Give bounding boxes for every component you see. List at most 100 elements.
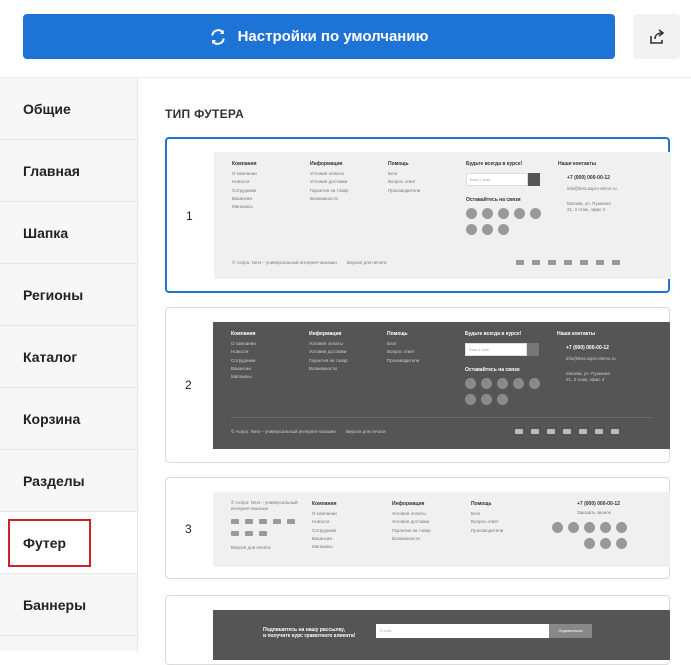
preview-copyright: © Аспро: Next – универсальный интернет-м… bbox=[232, 260, 337, 265]
payment-icon bbox=[287, 519, 295, 524]
payment-icon bbox=[516, 260, 524, 265]
sidebar-item-label: Главная bbox=[23, 162, 80, 179]
preview-col-title: Информация bbox=[392, 501, 425, 507]
preview-email-input: Ваш e-mail bbox=[466, 173, 528, 186]
subscribe-button: Подписаться bbox=[549, 624, 592, 638]
preview-col-title: Наши контакты bbox=[558, 161, 596, 167]
preview-email: info@test.aspro-demo.ru bbox=[567, 186, 617, 191]
preview-subscribe-button bbox=[528, 173, 540, 186]
option-number: 3 bbox=[185, 522, 192, 536]
preview-col-title: Информация bbox=[309, 331, 342, 337]
settings-sidebar: Общие Главная Шапка Регионы Каталог Корз… bbox=[0, 78, 138, 651]
preview-col-title: Оставайтесь на связи bbox=[466, 197, 521, 203]
preview-col-list: О компании Новости Сотрудники Вакансии Магаз… bbox=[231, 341, 256, 380]
preview-print-link: Версия для печати bbox=[347, 260, 387, 265]
preview-phone: +7 (000) 000-00-12 bbox=[577, 501, 620, 507]
social-icon bbox=[465, 394, 476, 405]
preview-col-list: О компании Новости Сотрудники Вакансии Магаз… bbox=[312, 511, 337, 550]
preview-print-link: Версия для печати bbox=[346, 429, 386, 434]
social-icon bbox=[568, 522, 579, 533]
social-icon bbox=[584, 538, 595, 549]
sidebar-item-general[interactable]: Общие bbox=[0, 78, 137, 140]
sidebar-item-label: Корзина bbox=[23, 410, 81, 427]
top-toolbar: Настройки по умолчанию bbox=[0, 0, 691, 78]
payment-icon bbox=[596, 260, 604, 265]
preview-col-title: Помощь bbox=[387, 331, 408, 337]
option-number: 1 bbox=[186, 209, 193, 223]
sidebar-item-label: Разделы bbox=[23, 472, 85, 489]
payment-icon bbox=[259, 519, 267, 524]
payment-icon bbox=[612, 260, 620, 265]
sidebar-item-banners[interactable]: Баннеры bbox=[0, 574, 137, 636]
social-icon bbox=[529, 378, 540, 389]
payment-icon bbox=[595, 429, 603, 434]
share-icon bbox=[649, 28, 664, 44]
payment-icon bbox=[231, 531, 239, 536]
preview-print-link: Версия для печати bbox=[231, 545, 271, 550]
preview-address: Москва, ул. Пушкина 21, 3 этаж, офис 4 bbox=[567, 201, 611, 212]
preview-callback-link: Заказать звонок bbox=[577, 510, 611, 515]
footer-option-4[interactable]: Подпишитесь на нашу рассылку, и получите … bbox=[165, 595, 670, 665]
payment-icon bbox=[231, 519, 239, 524]
social-icon bbox=[481, 378, 492, 389]
payment-icon bbox=[245, 531, 253, 536]
social-icon bbox=[530, 208, 541, 219]
sidebar-item-footer[interactable]: Футер bbox=[0, 512, 137, 574]
preview-col-title: Компания bbox=[232, 161, 257, 167]
footer-option-3[interactable]: 3 © Аспро: Next – универсальный интернет-… bbox=[165, 477, 670, 579]
preview-col-title: Оставайтесь на связи bbox=[465, 367, 520, 373]
social-icon bbox=[514, 208, 525, 219]
sidebar-item-regions[interactable]: Регионы bbox=[0, 264, 137, 326]
preview-col-list: Условия оплаты Условия доставки Гарантия н… bbox=[310, 171, 349, 201]
preview-copyright: © Аспро: Next – универсальный интернет-ма… bbox=[231, 500, 298, 511]
social-icon bbox=[513, 378, 524, 389]
reset-defaults-button[interactable]: Настройки по умолчанию bbox=[23, 14, 615, 59]
footer-option-2[interactable]: 2 Компания О компании Новости Сотрудники Ва… bbox=[165, 307, 670, 463]
payment-icon bbox=[611, 429, 619, 434]
payment-icon bbox=[580, 260, 588, 265]
sidebar-item-label: Баннеры bbox=[23, 596, 87, 613]
footer-preview-dark: Компания О компании Новости Сотрудники Вака… bbox=[213, 322, 670, 449]
share-button[interactable] bbox=[633, 14, 680, 59]
preview-col-list: Условия оплаты Условия доставки Гарантия н… bbox=[309, 341, 348, 371]
preview-col-title: Помощь bbox=[471, 501, 492, 507]
subscribe-email-input: E-mail bbox=[376, 624, 549, 638]
preview-col-list: О компании Новости Сотрудники Вакансии Магаз… bbox=[232, 171, 257, 210]
social-icon bbox=[482, 208, 493, 219]
social-icon bbox=[498, 208, 509, 219]
preview-email-input: Ваш e-mail bbox=[465, 343, 527, 356]
payment-icon bbox=[563, 429, 571, 434]
payment-icon bbox=[547, 429, 555, 434]
sidebar-item-main[interactable]: Главная bbox=[0, 140, 137, 202]
payment-icon bbox=[273, 519, 281, 524]
payment-icon bbox=[515, 429, 523, 434]
option-number: 2 bbox=[185, 378, 192, 392]
social-icon bbox=[498, 224, 509, 235]
preview-col-title: Компания bbox=[312, 501, 337, 507]
payment-icon bbox=[548, 260, 556, 265]
footer-option-1[interactable]: 1 Компания О компании Новости Сотрудники Ва… bbox=[165, 137, 671, 293]
sidebar-item-cart[interactable]: Корзина bbox=[0, 388, 137, 450]
preview-subscribe-button bbox=[527, 343, 539, 356]
sidebar-item-label: Каталог bbox=[23, 348, 78, 365]
preview-col-list: Блог Вопрос ответ Производители bbox=[387, 341, 420, 363]
preview-col-title: Компания bbox=[231, 331, 256, 337]
footer-preview-subscribe: Подпишитесь на нашу рассылку, и получите … bbox=[213, 610, 670, 660]
preview-col-title: Будьте всегда в курсе! bbox=[466, 161, 523, 167]
sidebar-item-header[interactable]: Шапка bbox=[0, 202, 137, 264]
social-icon bbox=[497, 394, 508, 405]
sidebar-item-label: Футер bbox=[8, 518, 91, 567]
social-icon bbox=[600, 522, 611, 533]
payment-icon bbox=[564, 260, 572, 265]
refresh-icon bbox=[210, 28, 225, 45]
social-icon bbox=[600, 538, 611, 549]
social-icon bbox=[552, 522, 563, 533]
preview-phone: +7 (000) 000-00-12 bbox=[566, 345, 609, 351]
social-icon bbox=[465, 378, 476, 389]
preview-phone: +7 (000) 000-00-12 bbox=[567, 175, 610, 181]
sidebar-item-catalog[interactable]: Каталог bbox=[0, 326, 137, 388]
sidebar-item-sections[interactable]: Разделы bbox=[0, 450, 137, 512]
preview-address: Москва, ул. Пушкина 21, 3 этаж, офис 4 bbox=[566, 371, 610, 382]
social-icon bbox=[466, 208, 477, 219]
payment-icon bbox=[245, 519, 253, 524]
